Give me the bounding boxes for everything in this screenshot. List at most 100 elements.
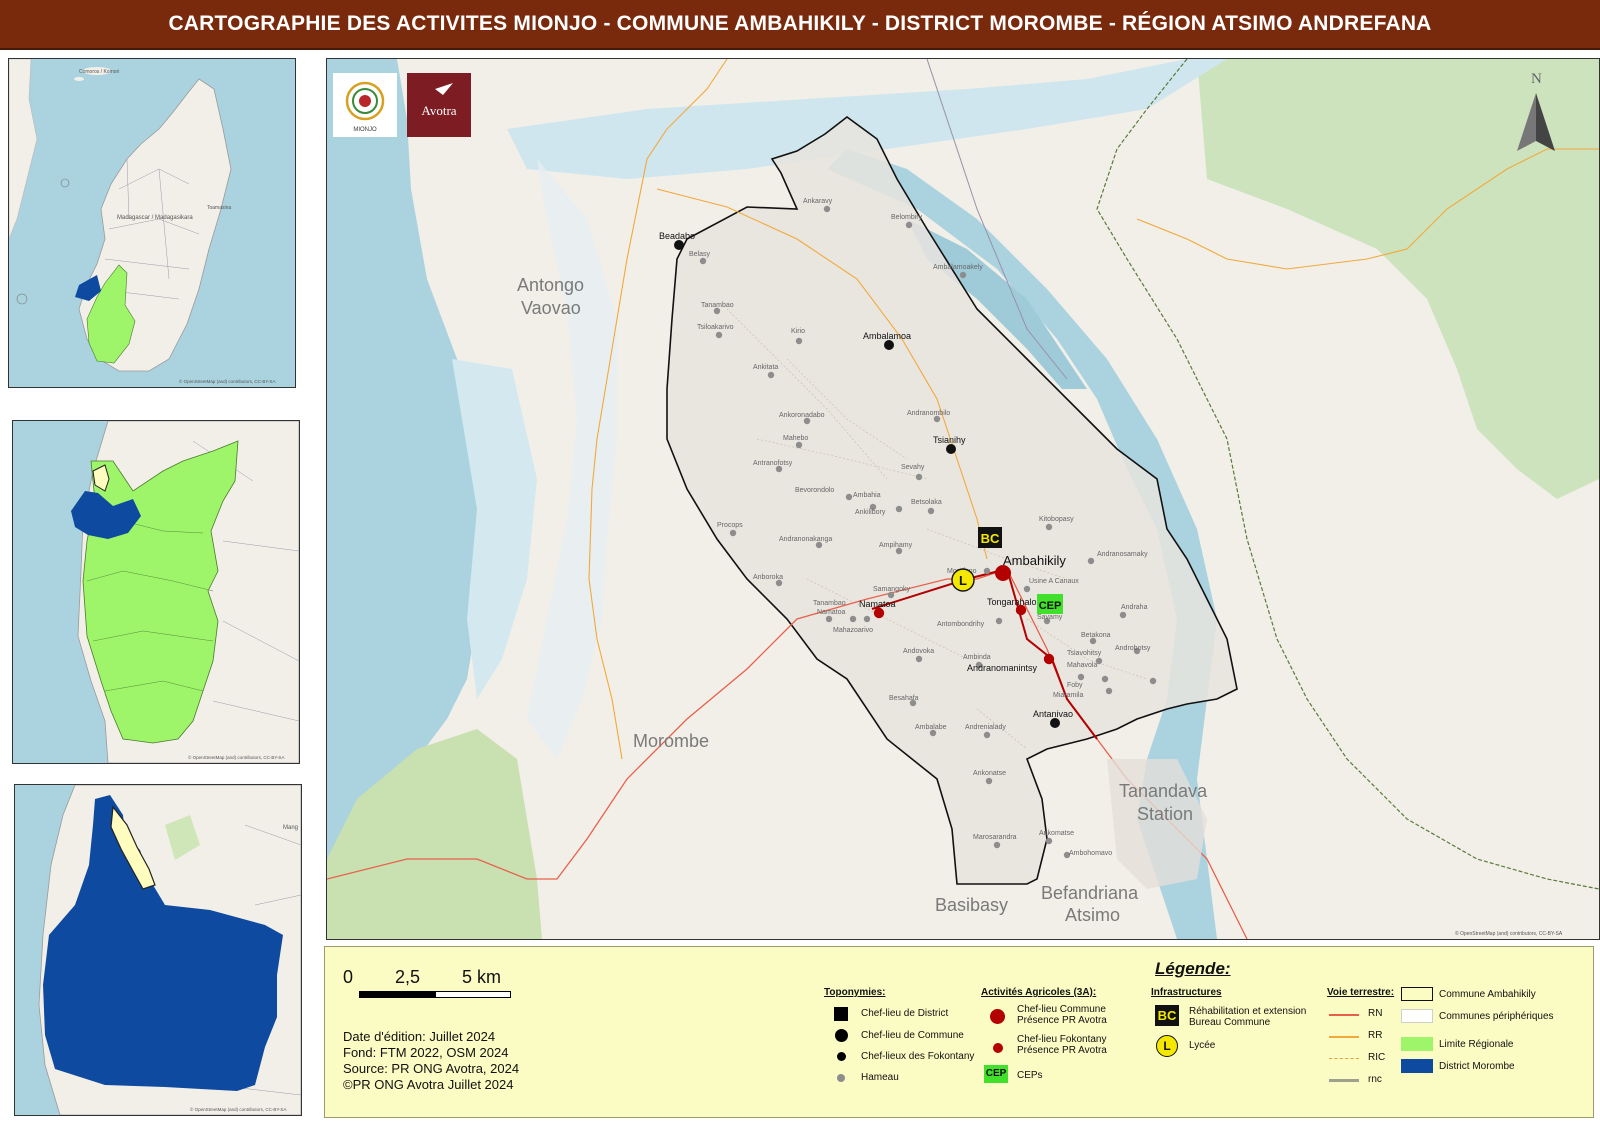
logo-mionjo: MIONJO [333, 73, 397, 137]
legend-ric-line [1329, 1058, 1359, 1059]
legend-presence-commune-icon [990, 1009, 1005, 1024]
svg-text:Procops: Procops [717, 522, 743, 529]
svg-text:Andraha: Andraha [1121, 604, 1148, 611]
svg-text:Tsiavohitsy: Tsiavohitsy [1067, 650, 1102, 657]
svg-text:Kirio: Kirio [791, 328, 805, 335]
inset-label-comores: Comoros / Komori [79, 69, 119, 75]
inset-district-svg: Mang © OpenStreetMap (and) contributors,… [15, 785, 301, 1115]
svg-text:MIONJO: MIONJO [353, 127, 377, 133]
svg-text:Avotra: Avotra [421, 103, 456, 118]
svg-text:Androbotsy: Androbotsy [1115, 645, 1151, 652]
svg-text:Ankitata: Ankitata [753, 364, 778, 371]
legend-voie-ric: RIC [1368, 1052, 1386, 1063]
svg-text:Tsiloakarivo: Tsiloakarivo [697, 324, 734, 331]
svg-text:Andranombilo: Andranombilo [907, 410, 950, 417]
main-map-svg: Antongo Vaovao Morombe Tanandava Station… [327, 59, 1599, 939]
svg-text:Beadabo: Beadabo [659, 231, 695, 241]
legend-activite-fokontany-line1: Chef-lieu Fokontany [1017, 1034, 1107, 1045]
svg-text:Antombondrihy: Antombondrihy [937, 621, 985, 628]
svg-text:Miaramila: Miaramila [1053, 692, 1083, 699]
inset2-attribution: © OpenStreetMap (and) contributors, CC-B… [188, 754, 284, 760]
svg-text:N: N [1531, 71, 1542, 87]
main-map: Antongo Vaovao Morombe Tanandava Station… [326, 58, 1600, 940]
cep-symbol-map: CEP [1037, 594, 1063, 614]
legend-zone-district: District Morombe [1439, 1061, 1515, 1072]
legend-toponymie-fokontany: Chef-lieux des Fokontany [861, 1051, 975, 1062]
svg-text:Tanambao: Tanambao [701, 302, 734, 309]
legend-infrastructures-heading: Infrastructures [1151, 987, 1222, 998]
legend-infra-bc-line2: Bureau Commune [1189, 1017, 1271, 1028]
svg-text:Usine A Canaux: Usine A Canaux [1029, 578, 1079, 585]
label-basibasy: Basibasy [935, 895, 1008, 915]
svg-text:Ambalamoa: Ambalamoa [863, 331, 911, 341]
svg-text:Antanivao: Antanivao [1033, 709, 1073, 719]
metadata-copyright: ©PR ONG Avotra Juillet 2024 [343, 1077, 514, 1092]
svg-text:Bevorondolo: Bevorondolo [795, 487, 834, 494]
svg-text:Ambalamoakely: Ambalamoakely [933, 264, 983, 271]
inset3-attribution: © OpenStreetMap (and) contributors, CC-B… [190, 1106, 286, 1112]
legend-zone-regionale: Limite Régionale [1439, 1039, 1514, 1050]
svg-text:Savamy: Savamy [1037, 614, 1063, 621]
metadata-date: Date d'édition: Juillet 2024 [343, 1029, 496, 1044]
svg-text:Ankomatse: Ankomatse [1039, 830, 1074, 837]
svg-text:Mahebo: Mahebo [783, 435, 808, 442]
svg-text:CEP: CEP [1039, 600, 1062, 612]
inset3-label-mang: Mang [283, 825, 298, 831]
svg-text:Ambalabe: Ambalabe [915, 724, 947, 731]
svg-text:Andranonakanga: Andranonakanga [779, 536, 832, 543]
bc-symbol-map: BC [978, 527, 1002, 548]
inset1-attribution: © OpenStreetMap (and) contributors, CC-B… [179, 378, 275, 384]
inset-map-madagascar: Comoros / Komori Madagascar / Madagasika… [8, 58, 296, 388]
legend-commune-dot-icon [835, 1029, 848, 1042]
legend-rn-line [1329, 1014, 1359, 1016]
svg-text:Besahafa: Besahafa [889, 695, 919, 702]
legend-activites-heading: Activités Agricoles (3A): [981, 987, 1097, 998]
legend-activite-ceps: CEPs [1017, 1070, 1043, 1081]
svg-text:Ankilibory: Ankilibory [855, 509, 886, 516]
svg-text:Tanambao: Tanambao [813, 600, 846, 607]
logo-avotra: Avotra [407, 73, 471, 137]
map-title: CARTOGRAPHIE DES ACTIVITES MIONJO - COMM… [168, 12, 1432, 35]
legend-toponymie-district: Chef-lieu de District [861, 1008, 949, 1019]
inset-map-district: Mang © OpenStreetMap (and) contributors,… [14, 784, 302, 1116]
legend-toponymies-heading: Toponymies: [824, 987, 886, 998]
svg-text:Anboroka: Anboroka [753, 574, 783, 581]
inset-label-toamasina: Toamasina [207, 205, 231, 211]
legend-bc-icon: BC [1155, 1005, 1179, 1026]
svg-text:Marosarandra: Marosarandra [973, 834, 1017, 841]
svg-text:Sevahy: Sevahy [901, 464, 925, 471]
legend-voie-rr: RR [1368, 1030, 1383, 1041]
legend-infra-bc-line1: Réhabilitation et extension [1189, 1006, 1307, 1017]
svg-text:Andranosamaky: Andranosamaky [1097, 551, 1148, 558]
inset-label-madagascar: Madagascar / Madagasikara [117, 215, 193, 221]
svg-text:Ambohomavo: Ambohomavo [1069, 850, 1112, 857]
legend-hameau-dot-icon [837, 1074, 845, 1082]
main-map-attribution: © OpenStreetMap (and) contributors, CC-B… [1455, 930, 1563, 937]
svg-text:Antranofotsy: Antranofotsy [753, 460, 793, 467]
svg-text:Foby: Foby [1067, 682, 1083, 689]
svg-text:Ambinda: Ambinda [963, 654, 991, 661]
legend-district-square-icon [834, 1007, 848, 1021]
legend-cep-icon: CEP [984, 1065, 1008, 1083]
svg-text:Kitobopasy: Kitobopasy [1039, 516, 1074, 523]
legend-zone-commune: Commune Ambahikily [1439, 989, 1536, 1000]
label-morombe: Morombe [633, 731, 709, 751]
legend-rnc-line [1329, 1079, 1359, 1082]
svg-text:Ankaravy: Ankaravy [803, 198, 833, 205]
legend-toponymie-commune: Chef-lieu de Commune [861, 1030, 964, 1041]
svg-text:Belombiry: Belombiry [891, 214, 923, 221]
legend-title: Légende: [1155, 959, 1231, 978]
legend-rr-line [1329, 1036, 1359, 1038]
legend-toponymie-hameau: Hameau [861, 1072, 899, 1083]
legend-regionale-swatch [1401, 1037, 1433, 1051]
svg-text:Betsolaka: Betsolaka [911, 499, 942, 506]
inset-madagascar-svg: Comoros / Komori Madagascar / Madagasika… [9, 59, 295, 387]
legend-district-swatch [1401, 1059, 1433, 1073]
svg-text:Betakona: Betakona [1081, 632, 1111, 639]
legend-commune-swatch [1401, 987, 1433, 1001]
svg-text:Samangoky: Samangoky [873, 586, 910, 593]
scale-bar-black [359, 991, 435, 998]
scale-tick-0: 0 [343, 967, 354, 987]
legend-lycee-icon: L [1156, 1035, 1178, 1057]
svg-text:Namatoa: Namatoa [817, 609, 846, 616]
